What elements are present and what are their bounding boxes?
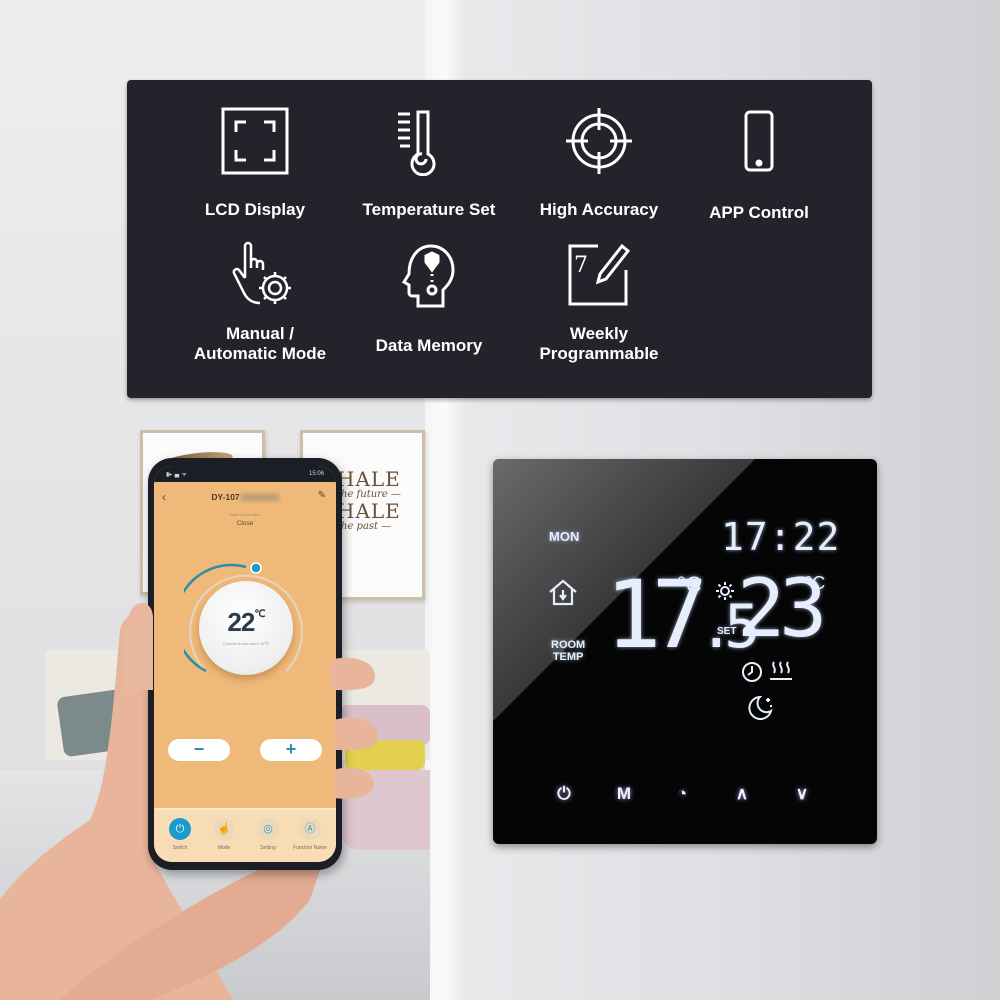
tab-label: Setting <box>260 845 276 851</box>
valve-state-value: Close <box>236 520 254 527</box>
sun-gear-icon <box>716 582 734 600</box>
lcd-display-icon <box>221 107 289 175</box>
room-temp-label: ROOM TEMP <box>551 639 585 663</box>
moon-night-icon <box>748 695 773 720</box>
quote-line: the past — <box>337 520 392 532</box>
bottom-tab-bar: ⏻ Switch ☝ Mode ◎ Setting Ⓐ Function Nam… <box>154 808 336 862</box>
feature-app-control: APP Control <box>674 106 844 223</box>
set-temp-unit: ℃ <box>254 609 265 620</box>
set-temperature: 22℃ <box>199 607 293 638</box>
app-header: ‹ DY-107 ✎ <box>154 488 336 508</box>
tab-label: Switch <box>172 845 188 851</box>
feature-label: Temperature Set <box>362 200 496 219</box>
feature-temperature-set: Temperature Set <box>344 106 514 220</box>
room-temp-unit: °C <box>677 572 702 597</box>
quote-text: HALE the future — HALE the past — <box>337 469 401 532</box>
tab-label: Function Name <box>293 845 327 851</box>
tab-mode[interactable]: ☝ Mode <box>202 818 246 851</box>
hand-gear-icon <box>232 241 291 305</box>
head-memory-icon <box>401 244 455 308</box>
redacted-serial <box>240 494 279 502</box>
tab-switch[interactable]: ⏻ Switch <box>158 818 202 851</box>
feature-high-accuracy: High Accuracy <box>514 106 684 220</box>
feature-weekly-programmable: 7 Weekly Programmable <box>514 240 684 364</box>
dial-knob <box>250 562 262 574</box>
feature-data-memory: Data Memory <box>344 240 514 356</box>
set-label: SET <box>717 626 737 637</box>
feature-label: Weekly <box>569 324 629 343</box>
smartphone: ▮▸▗▖ᯤ 15:06 ‹ DY-107 ✎ State of the valv… <box>148 458 342 870</box>
clock-icon <box>742 662 762 682</box>
edit-icon[interactable]: ✎ <box>318 490 326 501</box>
down-button[interactable]: ∨ <box>787 781 817 807</box>
feature-lcd-display: LCD Display <box>170 106 340 220</box>
feature-label: High Accuracy <box>539 200 659 219</box>
feature-label: Automatic Mode <box>193 344 327 363</box>
calendar-pen-icon: 7 <box>568 243 631 306</box>
increase-temp-button[interactable]: + <box>260 739 322 761</box>
feature-label: Data Memory <box>375 336 483 355</box>
feature-panel: LCD Display Temperature Set High Accurac… <box>127 80 872 398</box>
valve-state-caption: State of the valve <box>229 512 261 517</box>
signal-icons: ▮▸▗▖ᯤ <box>166 472 188 478</box>
dial-face: 22℃ Current temperature 28℃ <box>199 581 293 675</box>
up-button[interactable]: ∧ <box>727 781 757 807</box>
clock-button[interactable]: ◔ <box>667 781 697 807</box>
crosshair-target-icon <box>566 108 632 174</box>
status-time: 15:06 <box>308 471 324 477</box>
hand-icon: ☝ <box>213 818 235 840</box>
clock-display: 17:22 <box>721 515 841 559</box>
feature-label: LCD Display <box>204 200 306 219</box>
power-icon: ⏻ <box>169 818 191 840</box>
device-name: DY-107 <box>211 492 240 502</box>
set-temp-value: 22 <box>227 607 255 637</box>
settings-icon: ◎ <box>257 818 279 840</box>
quote-line: HALE <box>337 498 401 523</box>
feature-label: Programmable <box>539 344 659 363</box>
status-bar: ▮▸▗▖ᯤ 15:06 <box>154 466 336 482</box>
current-temperature: Current temperature 28℃ <box>222 641 270 646</box>
tab-setting[interactable]: ◎ Setting <box>246 818 290 851</box>
tab-function-name[interactable]: Ⓐ Function Name <box>288 818 332 851</box>
thermometer-icon <box>398 110 436 176</box>
thumb <box>123 602 153 690</box>
feature-manual-automatic-mode: Manual / Automatic Mode <box>175 240 345 364</box>
phone-screen: ▮▸▗▖ᯤ 15:06 ‹ DY-107 ✎ State of the valv… <box>154 466 336 862</box>
day-of-week: MON <box>549 529 580 544</box>
power-button[interactable]: ⏻ <box>549 781 579 807</box>
room-label-line: TEMP <box>552 651 584 663</box>
svg-text:7: 7 <box>574 253 588 278</box>
quote-line: HALE <box>337 467 401 491</box>
feature-label: Manual / <box>225 324 294 343</box>
fingers <box>330 657 378 799</box>
function-icon: Ⓐ <box>299 818 321 840</box>
device-title: DY-107 <box>154 492 336 502</box>
set-temp-unit: °C <box>805 573 826 593</box>
smartphone-icon <box>744 110 774 172</box>
mode-button[interactable]: M <box>609 781 639 807</box>
feature-label: APP Control <box>709 203 809 222</box>
decrease-temp-button[interactable]: − <box>168 739 230 761</box>
tab-label: Mode <box>217 845 231 851</box>
heating-icon <box>770 661 792 680</box>
thermostat-device: MON ROOM TEMP 17:22 17.5 °C SET 23 °C ⏻ … <box>493 459 877 844</box>
room-label-line: ROOM <box>551 639 586 651</box>
home-thermometer-icon <box>549 579 577 606</box>
